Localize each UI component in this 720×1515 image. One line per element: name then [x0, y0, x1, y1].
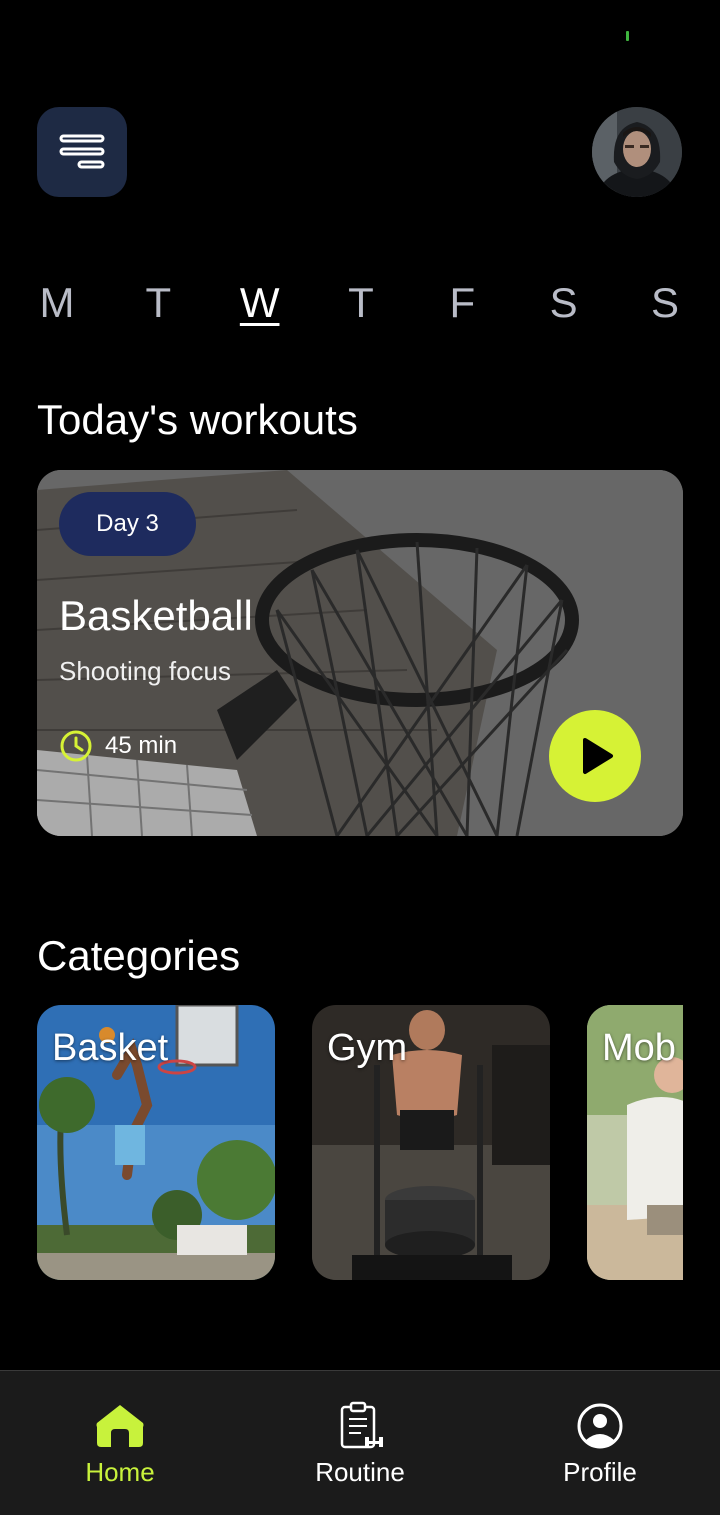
day-badge: Day 3 [59, 492, 196, 556]
nav-routine[interactable]: Routine [240, 1371, 480, 1515]
home-icon [96, 1405, 144, 1447]
categories-carousel[interactable]: Basket Gym Mob [37, 1005, 683, 1280]
todays-workouts-title: Today's workouts [37, 396, 358, 443]
day-friday[interactable]: F [442, 278, 482, 328]
nav-home-label: Home [85, 1457, 155, 1487]
category-label: Gym [327, 1027, 408, 1069]
category-label: Basket [52, 1027, 169, 1069]
duration-text: 45 min [105, 732, 178, 759]
day-wednesday-selected[interactable]: W [240, 278, 280, 328]
profile-icon [577, 1403, 623, 1449]
workout-card[interactable]: Day 3 Basketball Shooting focus 45 min [37, 470, 683, 836]
category-card-basket[interactable]: Basket [37, 1005, 275, 1280]
day-selector: M T W T F S S [37, 278, 685, 328]
nav-profile-label: Profile [563, 1457, 637, 1487]
day-tuesday[interactable]: T [138, 278, 178, 328]
avatar[interactable] [592, 107, 682, 197]
menu-icon [59, 134, 105, 169]
nav-routine-label: Routine [315, 1457, 405, 1487]
category-card-mobility[interactable]: Mob [587, 1005, 683, 1280]
day-saturday[interactable]: S [544, 278, 584, 328]
play-icon [583, 738, 613, 774]
status-indicator [626, 31, 629, 41]
day-monday[interactable]: M [37, 278, 77, 328]
menu-button[interactable] [37, 107, 127, 197]
play-button[interactable] [549, 710, 641, 802]
clock-icon [60, 730, 92, 762]
categories-title: Categories [37, 932, 241, 979]
category-label: Mob [602, 1027, 676, 1069]
category-card-gym[interactable]: Gym [312, 1005, 550, 1280]
clipboard-icon [340, 1401, 383, 1449]
bottom-navigation: Home Routine Profile [0, 1370, 720, 1515]
nav-home[interactable]: Home [0, 1371, 240, 1515]
day-thursday[interactable]: T [341, 278, 381, 328]
day-sunday[interactable]: S [645, 278, 685, 328]
workout-title: Basketball [59, 592, 253, 639]
workout-subtitle: Shooting focus [59, 656, 232, 686]
nav-profile[interactable]: Profile [480, 1371, 720, 1515]
workout-duration: 45 min [59, 729, 177, 763]
